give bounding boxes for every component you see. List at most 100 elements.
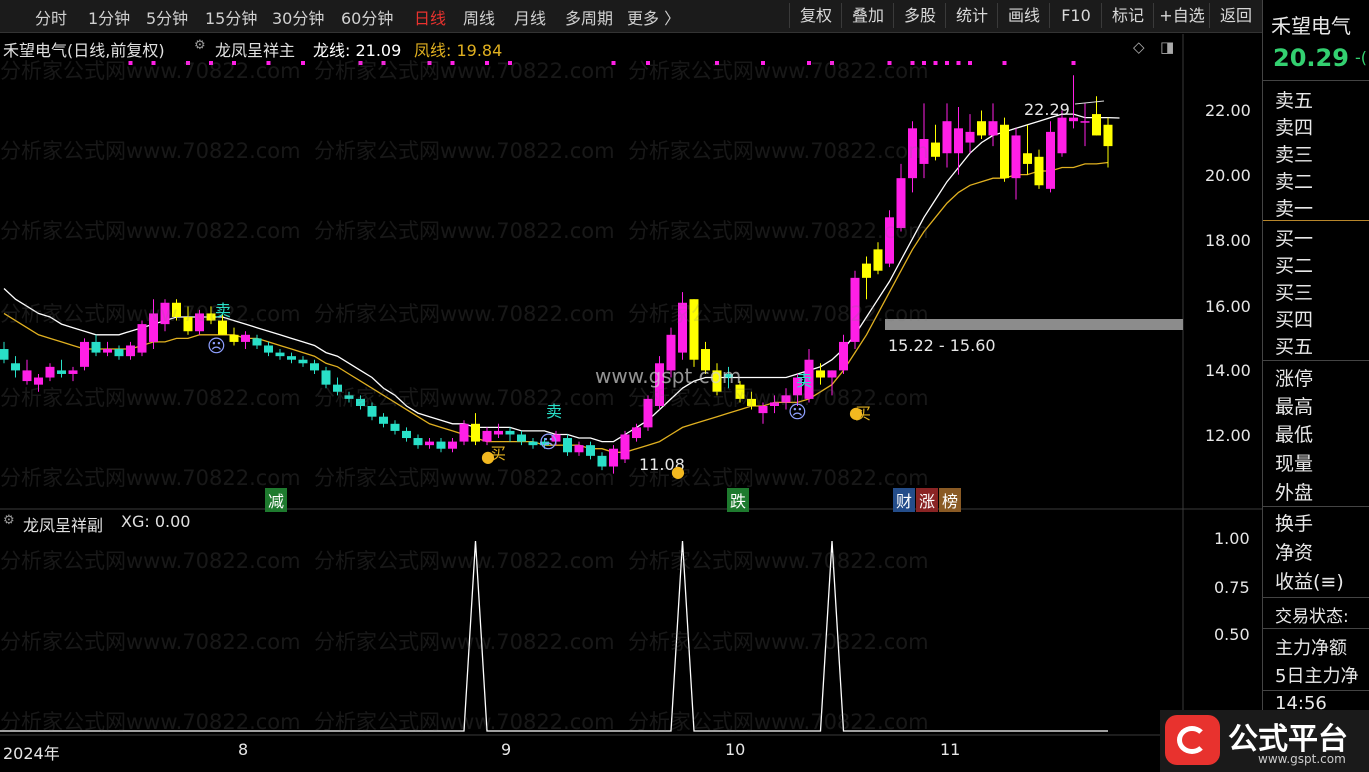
y-tick: 20.00: [1205, 166, 1251, 185]
event-tag-ranking[interactable]: 榜: [939, 488, 962, 512]
ask4[interactable]: 卖四: [1275, 113, 1313, 140]
signal-dot: [887, 61, 892, 65]
current-volume: 现量: [1275, 453, 1314, 475]
bid4[interactable]: 买四: [1275, 305, 1313, 332]
candle-body: [379, 416, 388, 424]
candle-body: [609, 448, 618, 467]
divider: [1263, 360, 1369, 361]
candle-body: [1103, 124, 1113, 147]
candle-body: [735, 384, 745, 399]
ask1[interactable]: 卖一: [1275, 194, 1313, 221]
limit-up: 涨停: [1275, 368, 1314, 390]
signal-dot: [646, 61, 650, 65]
y-tick: 18.00: [1205, 231, 1251, 250]
candle-body: [586, 445, 595, 456]
price-chart[interactable]: [0, 0, 1262, 772]
candle-body: [11, 363, 20, 371]
candle-body: [356, 398, 365, 406]
signal-dot: [450, 61, 455, 65]
signal-dot: [381, 61, 386, 65]
quote-panel: 禾望电气 20.29 -( 卖五 卖四 卖三 卖二 卖一 买一 买二 买三 买四…: [1262, 0, 1369, 772]
candle-body: [1046, 131, 1055, 189]
turnover: 换手: [1275, 513, 1314, 535]
event-tag-finance[interactable]: 财: [893, 488, 916, 512]
xg-line: [0, 540, 1108, 732]
five-day-main-net: 5日主力净: [1275, 666, 1359, 687]
candle-body: [149, 313, 158, 342]
candle-body: [643, 398, 653, 428]
candle-body: [747, 398, 756, 406]
candle-body: [931, 142, 940, 157]
candle-body: [344, 395, 354, 399]
signal-dot: [1002, 61, 1007, 65]
candle-body: [816, 370, 825, 378]
candle-body: [275, 352, 285, 357]
bid3[interactable]: 买三: [1275, 278, 1313, 305]
earnings[interactable]: 收益(≡): [1275, 567, 1344, 594]
sad-face-icon: ☹: [207, 336, 226, 357]
x-tick: 11: [940, 740, 961, 759]
candle-body: [390, 423, 400, 431]
signal-dot: [945, 61, 949, 65]
candle-body: [517, 434, 526, 442]
settings-gear-icon[interactable]: ⚙: [194, 38, 206, 53]
y-tick: 16.00: [1205, 297, 1251, 316]
outer-volume: 外盘: [1275, 482, 1314, 504]
candle-body: [287, 356, 296, 360]
long-line: [3, 113, 1120, 443]
candle-body: [597, 455, 607, 467]
candle-body: [1011, 135, 1021, 179]
main-net-amount: 主力净额: [1275, 638, 1347, 659]
candle-body: [839, 341, 848, 371]
bid2[interactable]: 买二: [1275, 251, 1313, 278]
diamond-icon[interactable]: ◇: [1133, 38, 1145, 56]
ask3[interactable]: 卖三: [1275, 140, 1313, 167]
brand-logo: 公式平台 www.gspt.com: [1160, 710, 1369, 772]
bid5[interactable]: 买五: [1275, 332, 1313, 359]
candle-body: [310, 363, 319, 371]
candle-body: [689, 299, 699, 360]
x-tick: 8: [238, 740, 249, 759]
xg-line: [0, 540, 1108, 732]
candle-body: [22, 370, 32, 382]
max-arrow: [1074, 100, 1105, 105]
candle-body: [459, 423, 469, 442]
candle-body: [724, 373, 733, 378]
event-tag-reduce[interactable]: 减: [265, 488, 288, 512]
signal-dot: [1071, 61, 1076, 65]
y-tick: 22.00: [1205, 101, 1251, 120]
signal-dot: [186, 61, 190, 65]
sub-indicator-name: 龙凤呈祥副: [23, 516, 104, 535]
signal-dot: [933, 61, 938, 65]
candle-body: [252, 338, 262, 346]
candle-body: [770, 402, 779, 406]
sub-y-tick: 0.50: [1214, 625, 1250, 644]
sub-settings-gear-icon[interactable]: ⚙: [3, 513, 15, 528]
bid-ask-divider: [1263, 220, 1369, 221]
brand-url: www.gspt.com: [1258, 752, 1346, 766]
divider: [1263, 597, 1369, 598]
candle-body: [1069, 117, 1078, 122]
candle-body: [758, 406, 768, 414]
candle-body: [505, 430, 515, 435]
candle-body: [1092, 114, 1101, 136]
ask2[interactable]: 卖二: [1275, 167, 1313, 194]
event-tag-drop[interactable]: 跌: [727, 488, 750, 512]
candle-body: [57, 370, 66, 374]
candle-body: [333, 384, 342, 392]
candle-body: [942, 121, 952, 154]
candle-body: [321, 370, 331, 385]
candle-body: [298, 359, 308, 364]
signal-dot: [209, 61, 213, 65]
high: 最高: [1275, 396, 1314, 418]
candle-body: [862, 263, 871, 278]
candle-body: [229, 334, 239, 342]
y-tick: 12.00: [1205, 426, 1251, 445]
event-tag-rise[interactable]: 涨: [916, 488, 939, 512]
signal-dot: [485, 61, 489, 65]
candle-body: [448, 441, 457, 449]
panel-toggle-icon[interactable]: ◨: [1160, 38, 1174, 56]
ask5[interactable]: 卖五: [1275, 86, 1313, 113]
bid1[interactable]: 买一: [1275, 224, 1313, 251]
panel-price: 20.29: [1273, 44, 1349, 72]
